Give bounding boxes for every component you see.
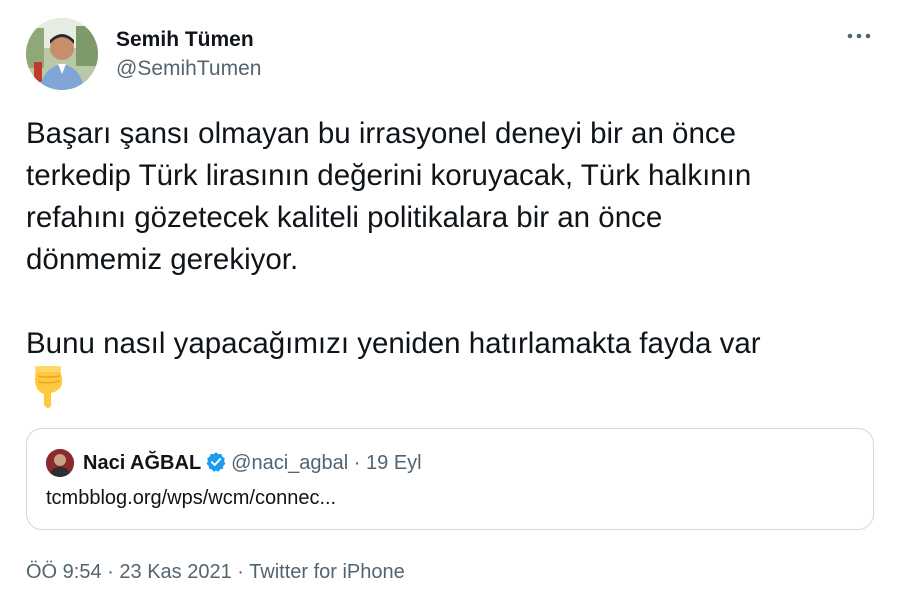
quoted-author-handle: @naci_agbal — [231, 452, 349, 474]
author-handle[interactable]: @SemihTumen — [116, 57, 261, 81]
verified-badge-icon — [206, 452, 226, 472]
quoted-tweet[interactable]: Naci AĞBAL @naci_agbal · 19 Eyl tcmbblog.… — [26, 428, 874, 530]
author-avatar[interactable] — [26, 18, 98, 90]
quoted-date: 19 Eyl — [366, 452, 422, 474]
tweet-card: Semih Tümen @SemihTumen Başarı şansı olm… — [0, 0, 900, 604]
tweet-date[interactable]: 23 Kas 2021 — [119, 561, 231, 583]
footer-separator: · — [101, 561, 120, 583]
tweet-text: Başarı şansı olmayan bu irrasyonel deney… — [26, 117, 761, 360]
quoted-author-avatar-photo — [46, 449, 74, 477]
tweet-footer: ÖÖ 9:54 · 23 Kas 2021 · Twitter for iPho… — [26, 558, 405, 586]
more-options-button[interactable] — [842, 24, 876, 48]
quoted-tweet-link[interactable]: tcmbblog.org/wps/wcm/connec... — [46, 484, 336, 512]
author-avatar-photo — [26, 18, 98, 90]
pointing-down-emoji — [30, 366, 66, 408]
more-horizontal-icon — [847, 33, 871, 39]
footer-separator: · — [231, 561, 250, 583]
quoted-separator: · — [348, 452, 367, 474]
quoted-author-avatar[interactable] — [46, 449, 74, 477]
quoted-tweet-header: Naci AĞBAL @naci_agbal · 19 Eyl — [83, 449, 422, 477]
author-names: Semih Tümen @SemihTumen — [116, 28, 261, 81]
backhand-index-pointing-down-icon — [35, 366, 63, 408]
tweet-source[interactable]: Twitter for iPhone — [249, 561, 405, 583]
quoted-author-display-name: Naci AĞBAL — [83, 452, 202, 474]
tweet-header: Semih Tümen @SemihTumen — [26, 18, 876, 94]
author-display-name[interactable]: Semih Tümen — [116, 28, 261, 52]
tweet-time[interactable]: ÖÖ 9:54 — [26, 561, 102, 583]
